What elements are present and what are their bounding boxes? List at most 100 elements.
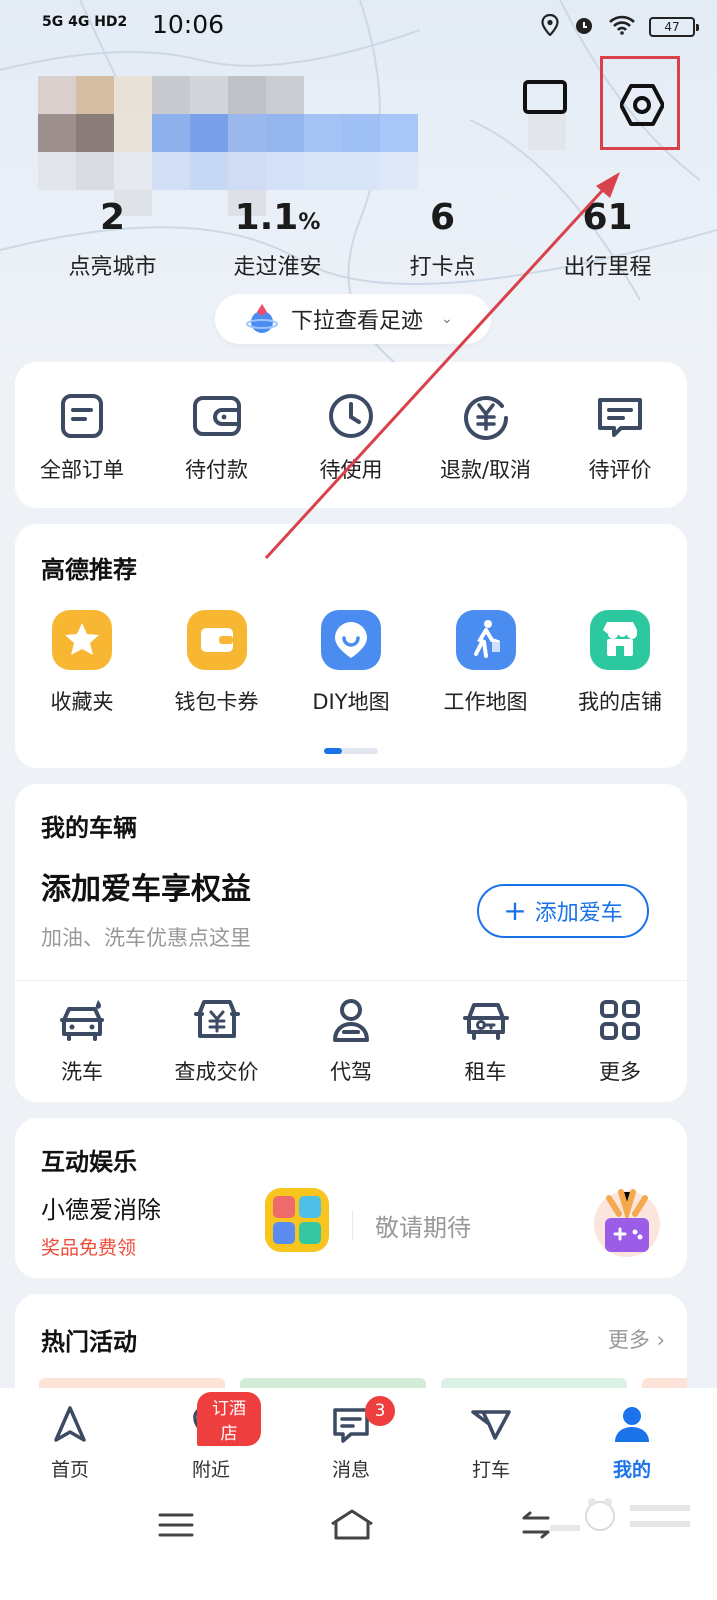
plus-icon: + xyxy=(503,894,527,927)
stat-item[interactable]: 2 点亮城市 xyxy=(33,196,193,281)
section-title: 互动娱乐 xyxy=(41,1148,137,1176)
watermark-logo xyxy=(540,1488,710,1548)
blurred-profile[interactable] xyxy=(38,76,418,216)
add-car-button[interactable]: + 添加爱车 xyxy=(477,884,649,938)
status-bar: 5G 4G HD2 10:06 47 xyxy=(0,0,717,56)
stat-label: 出行里程 xyxy=(563,255,652,280)
recommend-label: 钱包卡券 xyxy=(174,690,259,714)
entertainment-card: 互动娱乐 小德爱消除 奖品免费领 敬请期待 xyxy=(15,1118,687,1278)
taxi-icon xyxy=(471,1410,511,1440)
recommend-card: 高德推荐 收藏夹 钱包卡券 DIY地图 工作地图 我的店铺 xyxy=(15,524,687,768)
service-more[interactable]: 更多 xyxy=(553,998,687,1086)
tab-messages[interactable]: 消息 3 xyxy=(301,1396,401,1482)
vehicle-card: 我的车辆 添加爱车享权益 加油、洗车优惠点这里 + 添加爱车 洗车 查成交价 代… xyxy=(15,784,687,1102)
service-car-wash[interactable]: 洗车 xyxy=(15,998,149,1086)
wallet-icon xyxy=(192,396,241,436)
divider xyxy=(15,980,687,981)
section-title: 热门活动 xyxy=(41,1328,137,1356)
service-label: 查成交价 xyxy=(174,1060,259,1084)
stat-value: 2 xyxy=(99,197,126,238)
stat-label: 点亮城市 xyxy=(68,255,157,280)
recommend-label: 收藏夹 xyxy=(50,690,114,714)
tab-taxi[interactable]: 打车 xyxy=(441,1404,541,1482)
vertical-divider xyxy=(352,1210,353,1240)
settings-button-highlight[interactable] xyxy=(600,56,680,150)
tab-mine[interactable]: 我的 xyxy=(582,1404,682,1482)
game-entry[interactable]: 小德爱消除 奖品免费领 xyxy=(41,1188,341,1260)
tab-label: 我的 xyxy=(612,1459,651,1481)
walker-icon xyxy=(455,610,516,670)
stat-item[interactable]: 1.1% 走过淮安 xyxy=(198,196,358,281)
recommend-diy-map[interactable]: DIY地图 xyxy=(284,608,418,716)
more-label: 更多 xyxy=(607,1328,650,1352)
vehicle-headline: 添加爱车享权益 xyxy=(41,872,251,907)
stat-item[interactable]: 6 打卡点 xyxy=(363,196,523,281)
order-list-icon xyxy=(61,394,103,438)
tab-label: 首页 xyxy=(50,1459,89,1481)
more-grid-icon xyxy=(600,1000,640,1040)
recommend-work-map[interactable]: 工作地图 xyxy=(419,608,553,716)
recommend-favorites[interactable]: 收藏夹 xyxy=(15,608,149,716)
add-car-label: 添加爱车 xyxy=(534,901,623,926)
service-car-rent[interactable]: 租车 xyxy=(419,998,553,1086)
order-pending-payment[interactable]: 待付款 xyxy=(150,392,284,484)
wifi-icon xyxy=(609,15,635,39)
navigate-icon xyxy=(54,1406,86,1442)
clock-icon xyxy=(329,394,373,438)
footprint-pull-button[interactable]: 下拉查看足迹 ⌄ xyxy=(215,294,491,344)
wallet-card-icon xyxy=(186,610,247,670)
chevron-down-icon: ⌄ xyxy=(441,311,453,327)
stat-value: 61 xyxy=(582,197,633,238)
order-refund[interactable]: 退款/取消 xyxy=(419,392,553,484)
recommend-label: 我的店铺 xyxy=(578,690,662,714)
section-title: 我的车辆 xyxy=(41,814,137,842)
network-indicator: 5G 4G HD2 xyxy=(42,14,128,30)
recommend-shop[interactable]: 我的店铺 xyxy=(553,608,687,716)
location-icon xyxy=(541,13,559,40)
stat-label: 走过淮安 xyxy=(233,255,322,280)
game-box-icon[interactable] xyxy=(593,1188,661,1260)
menu-icon[interactable] xyxy=(156,1510,196,1540)
page-indicator-active xyxy=(324,748,342,754)
stat-item[interactable]: 61 出行里程 xyxy=(528,196,688,281)
order-to-use[interactable]: 待使用 xyxy=(284,392,418,484)
stat-label: 打卡点 xyxy=(409,255,476,280)
tab-nearby[interactable]: 附近 订酒店 xyxy=(161,1392,261,1482)
battery-indicator: 47 xyxy=(649,17,699,37)
chevron-right-icon: › xyxy=(656,1328,665,1352)
orders-card: 全部订单 待付款 待使用 退款/取消 待评价 xyxy=(15,362,687,508)
tab-label: 打车 xyxy=(471,1459,510,1481)
refund-icon xyxy=(463,396,508,440)
scan-card-icon[interactable] xyxy=(523,80,567,114)
recommend-wallet[interactable]: 钱包卡券 xyxy=(150,608,284,716)
recommend-label: 工作地图 xyxy=(443,690,528,714)
order-review[interactable]: 待评价 xyxy=(553,392,687,484)
game-app-icon xyxy=(265,1188,329,1252)
order-label: 全部订单 xyxy=(40,458,124,482)
service-driver[interactable]: 代驾 xyxy=(284,998,418,1086)
diy-map-icon xyxy=(321,610,381,670)
car-price-icon xyxy=(193,1000,240,1038)
stat-value: 1.1 xyxy=(234,197,299,238)
recommend-label: DIY地图 xyxy=(312,690,390,714)
blurred-badge xyxy=(528,112,566,150)
vehicle-subtitle: 加油、洗车优惠点这里 xyxy=(41,926,251,950)
service-label: 更多 xyxy=(599,1060,641,1084)
gear-icon[interactable] xyxy=(620,83,664,127)
tab-label: 消息 xyxy=(331,1459,370,1481)
page-indicator xyxy=(324,748,378,754)
driver-icon xyxy=(333,999,369,1042)
user-icon xyxy=(615,1407,649,1442)
home-icon[interactable] xyxy=(328,1508,376,1542)
bottom-tab-bar: 首页 附近 订酒店 消息 3 打车 我的 xyxy=(0,1388,717,1600)
star-icon xyxy=(52,610,112,670)
comment-icon xyxy=(598,398,642,437)
service-car-price[interactable]: 查成交价 xyxy=(150,998,284,1086)
order-all[interactable]: 全部订单 xyxy=(15,392,149,484)
hot-more-link[interactable]: 更多 › xyxy=(608,1324,665,1354)
message-count-badge: 3 xyxy=(365,1396,395,1426)
tab-home[interactable]: 首页 xyxy=(20,1404,120,1482)
clock: 10:06 xyxy=(152,10,225,39)
car-rent-icon xyxy=(462,1003,509,1040)
footprint-pill-label: 下拉查看足迹 xyxy=(291,309,424,334)
